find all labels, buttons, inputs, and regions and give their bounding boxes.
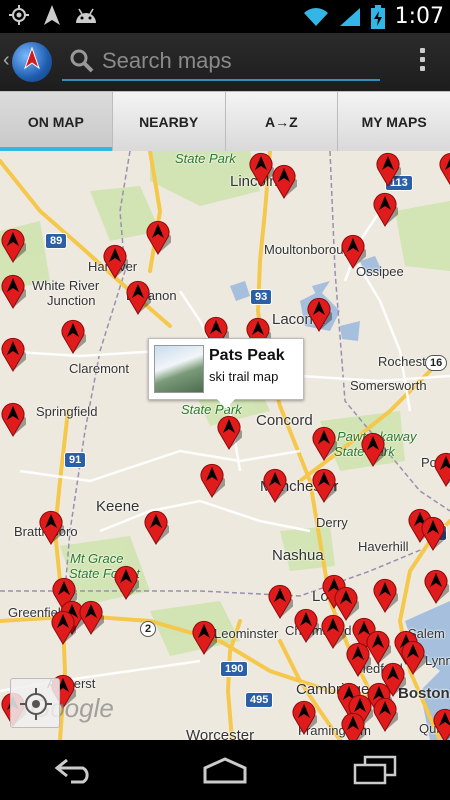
search-box[interactable] (62, 41, 380, 81)
tab-nearby[interactable]: NEARBY (113, 92, 226, 151)
ski-area-marker-icon[interactable] (372, 191, 398, 227)
ski-area-marker-icon[interactable] (433, 451, 450, 487)
place-label: Worcester (186, 727, 255, 740)
ski-area-marker-icon[interactable] (102, 243, 128, 279)
ski-area-marker-icon[interactable] (340, 711, 366, 740)
ski-area-marker-icon[interactable] (420, 515, 446, 551)
ski-area-marker-icon[interactable] (340, 233, 366, 269)
globe-icon[interactable] (12, 42, 52, 82)
ski-area-marker-icon[interactable] (311, 467, 337, 503)
route-shield: 2 (140, 621, 157, 637)
ski-area-marker-icon[interactable] (143, 509, 169, 545)
ski-area-marker-icon[interactable] (375, 151, 401, 187)
ski-area-marker-icon[interactable] (372, 577, 398, 613)
ski-area-marker-icon[interactable] (267, 583, 293, 619)
place-label: Haverhill (358, 539, 409, 554)
bubble-title: Pats Peak (209, 347, 285, 364)
back-icon (54, 758, 89, 784)
tab-bar: ON MAP NEARBY A→Z MY MAPS (0, 91, 450, 151)
place-label: State Park (175, 151, 236, 166)
place-label: Claremont (69, 361, 129, 376)
status-bar: 1:07 (0, 0, 450, 33)
trail-map-thumbnail (154, 345, 204, 393)
crosshair-icon (20, 688, 52, 720)
route-shield: 89 (45, 233, 68, 249)
route-shield: 495 (245, 692, 274, 708)
map-view[interactable]: State Park Lincoln Moultonborough Ossipe… (0, 151, 450, 740)
clock: 1:07 (394, 4, 444, 29)
ski-area-marker-icon[interactable] (38, 509, 64, 545)
home-icon (203, 757, 247, 784)
tab-my-maps[interactable]: MY MAPS (338, 92, 450, 151)
ski-area-marker-icon[interactable] (293, 607, 319, 643)
ski-area-marker-icon[interactable] (360, 431, 386, 467)
route-shield: 91 (64, 452, 87, 468)
navigation-bar (0, 740, 450, 800)
ski-area-marker-icon[interactable] (432, 707, 450, 740)
up-caret-icon[interactable]: ‹ (3, 49, 10, 72)
ski-area-marker-icon[interactable] (345, 641, 371, 677)
recent-apps-icon (353, 755, 397, 785)
ski-area-marker-icon[interactable] (0, 336, 26, 372)
route-shield: 16 (425, 355, 448, 371)
place-label: Concord (256, 412, 313, 429)
ski-area-marker-icon[interactable] (216, 414, 242, 450)
ski-area-marker-icon[interactable] (60, 318, 86, 354)
search-input[interactable] (102, 47, 372, 75)
ski-area-marker-icon[interactable] (372, 696, 398, 732)
place-label: Somersworth (350, 378, 427, 393)
home-button[interactable] (185, 750, 265, 790)
search-icon (70, 49, 94, 73)
wifi-icon (303, 7, 328, 26)
ski-area-marker-icon[interactable] (271, 163, 297, 199)
ski-area-marker-icon[interactable] (291, 699, 317, 735)
ski-area-marker-icon[interactable] (113, 564, 139, 600)
ski-area-marker-icon[interactable] (0, 273, 26, 309)
place-label: Keene (96, 498, 140, 515)
tab-on-map[interactable]: ON MAP (0, 92, 113, 151)
place-label: Leominster (214, 626, 279, 641)
ski-area-marker-icon[interactable] (191, 619, 217, 655)
gps-arrow-icon (44, 5, 60, 25)
route-shield: 190 (220, 661, 249, 677)
place-label: Junction (47, 293, 96, 308)
ski-area-marker-icon[interactable] (423, 568, 449, 604)
place-label: White River (32, 278, 100, 293)
place-label: Derry (316, 515, 348, 530)
ski-area-marker-icon[interactable] (320, 613, 346, 649)
ski-area-marker-icon[interactable] (438, 151, 450, 187)
my-location-button[interactable] (10, 678, 60, 728)
ski-area-marker-icon[interactable] (262, 467, 288, 503)
ski-area-marker-icon[interactable] (0, 401, 26, 437)
ski-area-marker-icon[interactable] (78, 599, 104, 635)
recent-apps-button[interactable] (335, 750, 415, 790)
overflow-menu-icon[interactable] (420, 48, 426, 76)
bubble-subtitle: ski trail map (209, 369, 279, 384)
action-bar: ‹ (0, 33, 450, 91)
battery-charging-icon (370, 4, 385, 29)
place-label: Springfield (36, 404, 98, 419)
ski-area-marker-icon[interactable] (199, 462, 225, 498)
route-shield: 93 (250, 289, 273, 305)
location-target-icon (9, 5, 29, 25)
tab-a-to-z[interactable]: A→Z (226, 92, 339, 151)
info-bubble[interactable]: Pats Peak ski trail map (148, 338, 304, 409)
ski-area-marker-icon[interactable] (145, 219, 171, 255)
place-label: Lynn (425, 653, 450, 668)
ski-area-marker-icon[interactable] (50, 609, 76, 645)
ski-area-marker-icon[interactable] (125, 279, 151, 315)
place-label: Nashua (272, 547, 324, 564)
signal-icon (339, 7, 360, 26)
android-icon (76, 8, 96, 23)
ski-area-marker-icon[interactable] (306, 296, 332, 332)
back-button[interactable] (35, 750, 115, 790)
ski-area-marker-icon[interactable] (0, 227, 26, 263)
ski-area-marker-icon[interactable] (311, 425, 337, 461)
